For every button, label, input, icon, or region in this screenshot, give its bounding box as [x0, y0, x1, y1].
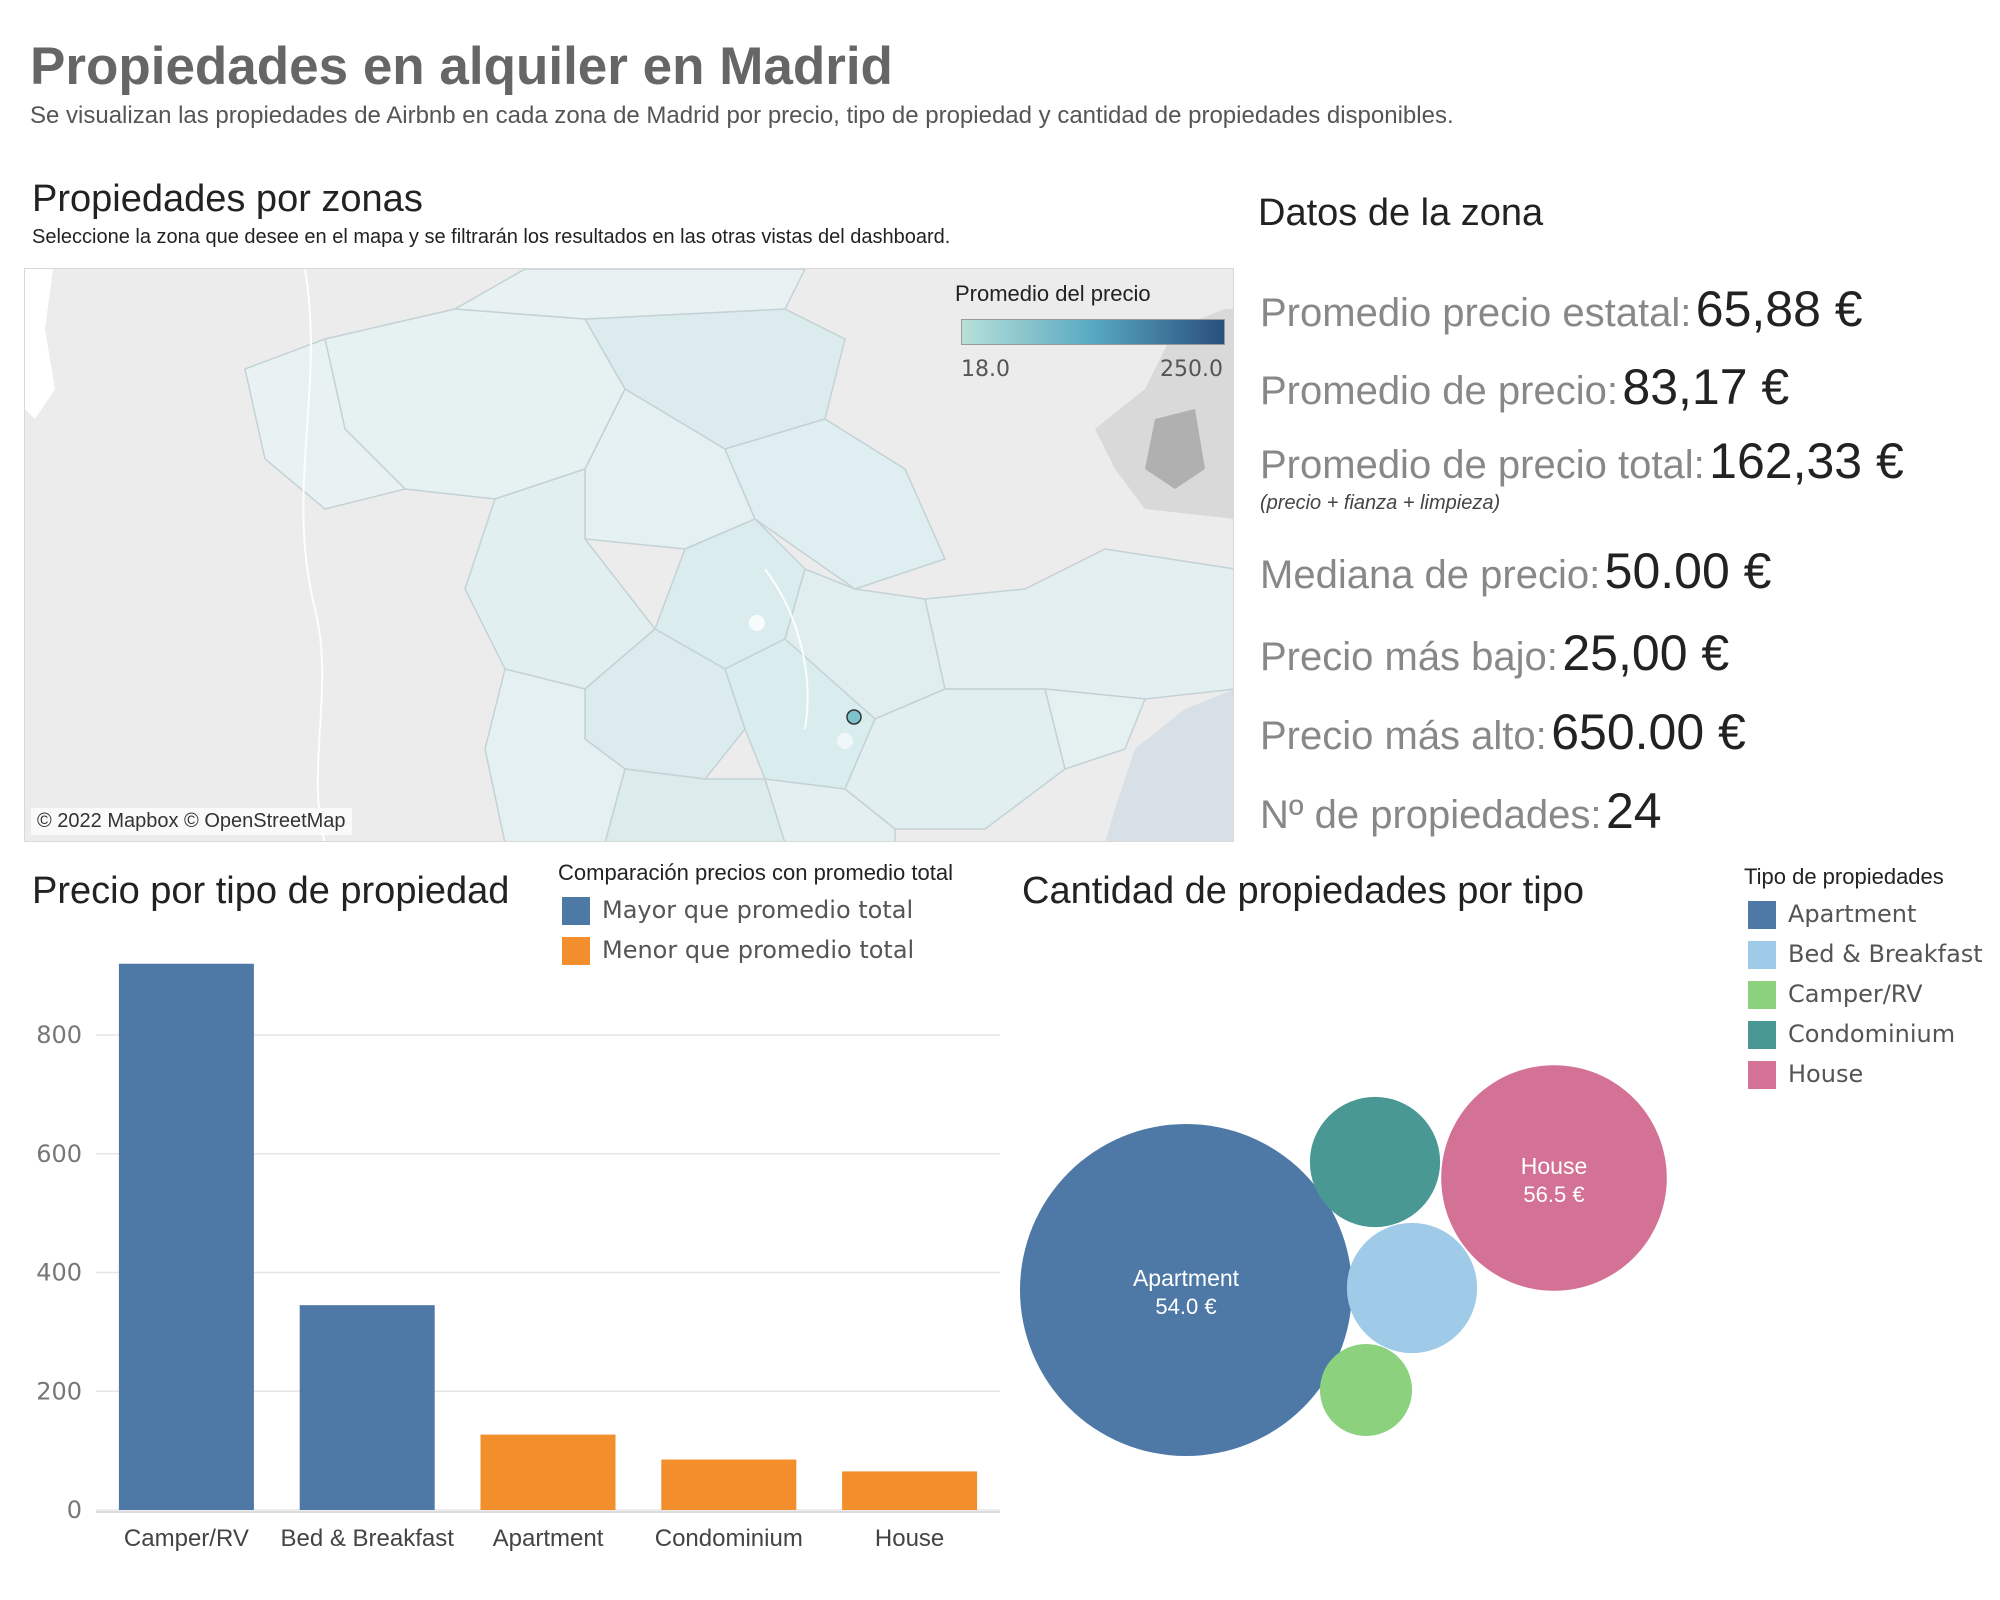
- y-tick-label: 800: [36, 1021, 82, 1049]
- stat-label: Nº de propiedades:: [1260, 793, 1602, 837]
- map-legend-max: 250.0: [1160, 357, 1223, 382]
- bar[interactable]: [118, 963, 254, 1510]
- stat-label: Promedio de precio:: [1260, 369, 1618, 413]
- y-tick-label: 400: [36, 1259, 82, 1287]
- bubble-value-label: 54.0 €: [1155, 1294, 1216, 1319]
- stat-value: 65,88 €: [1695, 281, 1863, 337]
- x-tick-label: Apartment: [493, 1525, 604, 1552]
- legend-swatch: [1748, 901, 1776, 929]
- stat-value: 50.00 €: [1604, 543, 1772, 599]
- y-tick-label: 200: [36, 1377, 82, 1405]
- stat-promedio-precio: Promedio de precio: 83,17 €: [1260, 358, 1789, 416]
- bubble[interactable]: [1346, 1222, 1478, 1354]
- legend-label: House: [1788, 1060, 1864, 1088]
- bar[interactable]: [842, 1471, 978, 1510]
- stat-num-propiedades: Nº de propiedades: 24: [1260, 782, 1662, 840]
- bar[interactable]: [661, 1459, 797, 1510]
- bubble[interactable]: [1020, 1124, 1352, 1456]
- bar[interactable]: [299, 1305, 435, 1510]
- stat-label: Promedio precio estatal:: [1260, 291, 1692, 335]
- bar-chart[interactable]: 0 200 400 600 800 Camper/RV Bed & Breakfast Apa…: [0, 0, 1010, 1560]
- bubble-chart-title: Cantidad de propiedades por tipo: [1022, 870, 1584, 912]
- stat-label: Precio más alto:: [1260, 714, 1547, 758]
- type-legend-title: Tipo de propiedades: [1744, 864, 1944, 889]
- stat-promedio-total: Promedio de precio total: 162,33 €: [1260, 432, 1904, 490]
- stat-value: 83,17 €: [1622, 359, 1790, 415]
- legend-label: Apartment: [1788, 900, 1917, 928]
- y-tick-label: 0: [67, 1496, 82, 1524]
- bubble-label: Apartment: [1133, 1265, 1240, 1291]
- legend-item-condominium[interactable]: Condominium: [1748, 1020, 1955, 1049]
- legend-swatch: [1748, 1061, 1776, 1089]
- x-tick-label: House: [875, 1525, 944, 1552]
- stat-value: 25,00 €: [1562, 625, 1730, 681]
- bubble-label: House: [1521, 1153, 1587, 1179]
- legend-label: Condominium: [1788, 1020, 1956, 1048]
- bubble-value-label: 56.5 €: [1523, 1182, 1584, 1207]
- bubble[interactable]: [1309, 1096, 1441, 1228]
- stat-mediana: Mediana de precio: 50.00 €: [1260, 542, 1772, 600]
- stat-total-note: (precio + fianza + limpieza): [1260, 492, 1501, 514]
- stat-value: 650.00 €: [1551, 704, 1746, 760]
- legend-label: Camper/RV: [1788, 980, 1923, 1008]
- stat-label: Mediana de precio:: [1260, 553, 1601, 597]
- x-tick-label: Condominium: [655, 1525, 803, 1552]
- x-tick-label: Bed & Breakfast: [280, 1525, 454, 1552]
- legend-item-bed-breakfast[interactable]: Bed & Breakfast: [1748, 940, 1983, 969]
- legend-item-apartment[interactable]: Apartment: [1748, 900, 1916, 929]
- legend-label: Bed & Breakfast: [1788, 940, 1983, 968]
- stat-label: Promedio de precio total:: [1260, 443, 1705, 487]
- zone-section-title: Datos de la zona: [1258, 192, 1544, 234]
- legend-swatch: [1748, 941, 1776, 969]
- y-tick-label: 600: [36, 1140, 82, 1168]
- stat-precio-alto: Precio más alto: 650.00 €: [1260, 703, 1746, 761]
- stat-promedio-estatal: Promedio precio estatal: 65,88 €: [1260, 280, 1863, 338]
- stat-precio-bajo: Precio más bajo: 25,00 €: [1260, 624, 1729, 682]
- stat-value: 162,33 €: [1709, 433, 1904, 489]
- legend-swatch: [1748, 981, 1776, 1009]
- x-tick-label: Camper/RV: [124, 1525, 249, 1552]
- legend-item-house[interactable]: House: [1748, 1060, 1863, 1089]
- legend-item-camper[interactable]: Camper/RV: [1748, 980, 1923, 1009]
- bar[interactable]: [480, 1434, 616, 1510]
- legend-swatch: [1748, 1021, 1776, 1049]
- bubble[interactable]: [1319, 1343, 1413, 1437]
- bubble[interactable]: [1441, 1065, 1667, 1291]
- stat-value: 24: [1605, 783, 1662, 839]
- stat-label: Precio más bajo:: [1260, 635, 1558, 679]
